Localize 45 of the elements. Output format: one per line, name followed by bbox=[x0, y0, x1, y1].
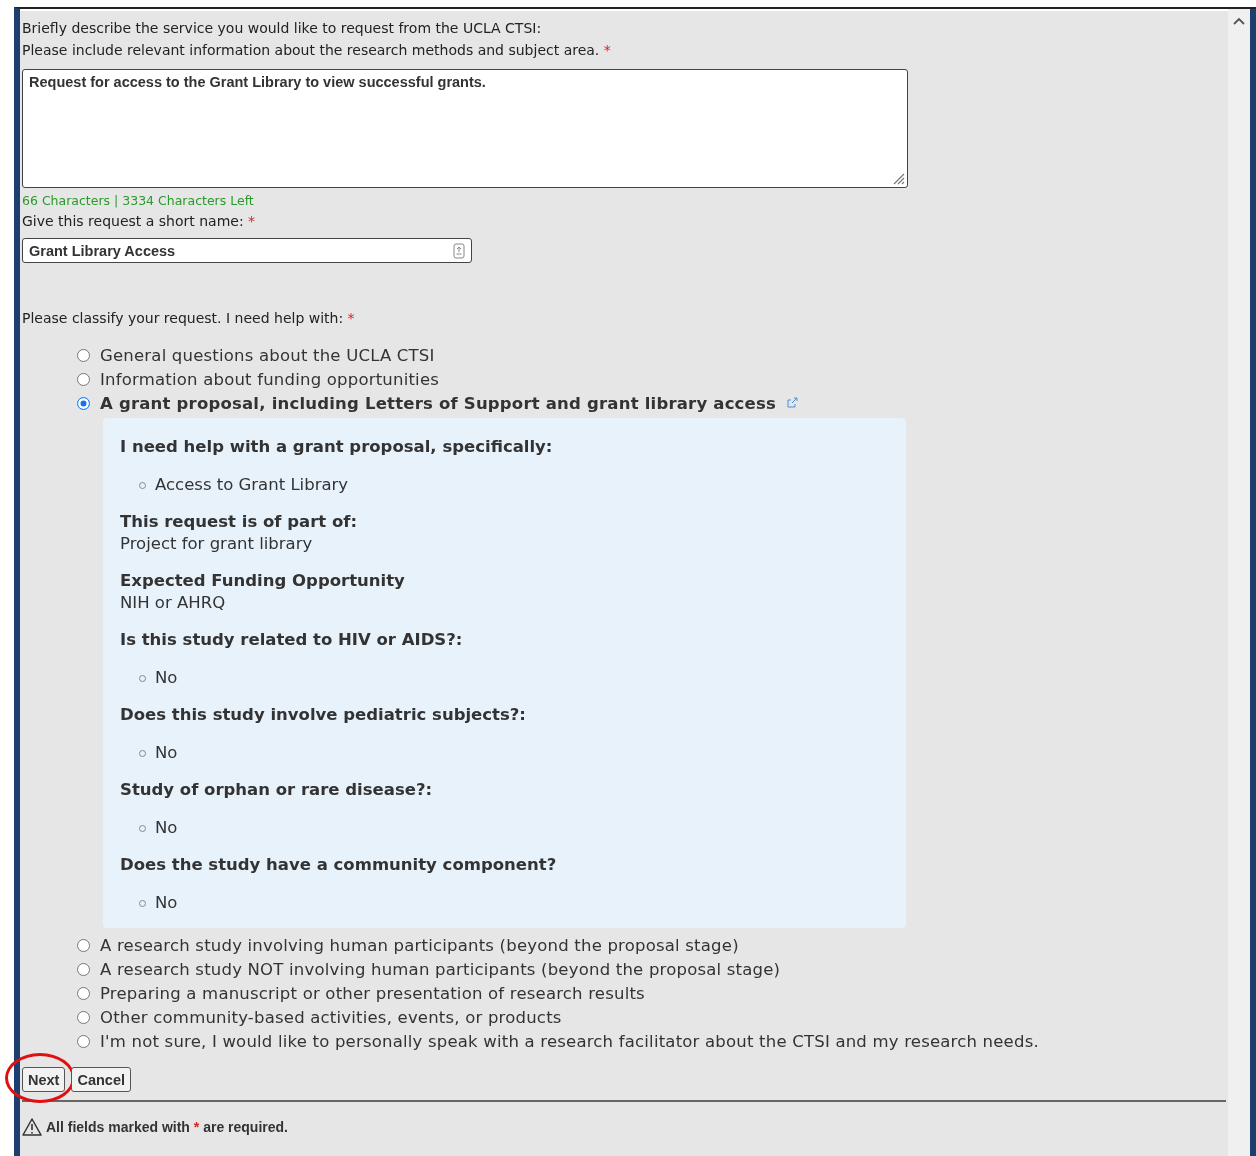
radio-button[interactable] bbox=[77, 348, 90, 362]
form-button[interactable]: Next bbox=[22, 1067, 66, 1092]
detail-value: No bbox=[155, 667, 178, 689]
prompt-text: Please include relevant information about the research methods and subject area. * bbox=[22, 41, 612, 60]
resize-grip-icon[interactable] bbox=[891, 171, 905, 185]
option-label[interactable]: General questions about the UCLA CTSI bbox=[100, 345, 435, 365]
scroll-up-icon[interactable] bbox=[1233, 17, 1245, 25]
detail-title: Does this study involve pediatric subjects?: bbox=[120, 704, 527, 726]
detail-title: Is this study related to HIV or AIDS?: bbox=[120, 629, 464, 651]
detail-value: NIH or AHRQ bbox=[120, 592, 227, 614]
radio-button[interactable] bbox=[77, 1010, 90, 1024]
required-note: All fields marked with * are required. bbox=[46, 1119, 288, 1135]
short-name-field[interactable]: Grant Library Access bbox=[22, 238, 472, 263]
detail-value: No bbox=[155, 892, 178, 914]
prompt-text: Briefly describe the service you would like to request from the UCLA CTSI: bbox=[22, 19, 543, 38]
option-label[interactable]: A research study involving human participants (beyond the proposal stage) bbox=[100, 935, 739, 955]
detail-title: Does the study have a community component? bbox=[120, 854, 558, 876]
detail-title: Expected Funding Opportunity bbox=[120, 570, 406, 592]
detail-title: This request is of part of: bbox=[120, 511, 359, 533]
detail-value: Project for grant library bbox=[120, 533, 314, 555]
option-label[interactable]: Information about funding opportunities bbox=[100, 369, 440, 389]
radio-button[interactable] bbox=[77, 962, 90, 976]
radio-button[interactable] bbox=[77, 938, 90, 952]
character-count: 66 Characters | 3334 Characters Left bbox=[22, 192, 255, 210]
warning-icon bbox=[22, 1118, 42, 1136]
option-label[interactable]: Other community-based activities, events, or products bbox=[100, 1007, 562, 1027]
classify-label: Please classify your request. I need help with: * bbox=[22, 309, 356, 328]
option-label[interactable]: Preparing a manuscript or other presentation of research results bbox=[100, 983, 645, 1003]
radio-button[interactable] bbox=[77, 986, 90, 1000]
description-field[interactable]: Request for access to the Grant Library to view successful grants. bbox=[22, 69, 908, 188]
detail-value: Access to Grant Library bbox=[155, 474, 349, 496]
radio-button[interactable] bbox=[77, 372, 90, 386]
autofill-icon bbox=[453, 242, 465, 259]
radio-button[interactable] bbox=[77, 1034, 90, 1048]
detail-title: I need help with a grant proposal, specifically: bbox=[120, 436, 554, 458]
short-name-label: Give this request a short name: * bbox=[22, 212, 257, 231]
radio-button[interactable] bbox=[77, 396, 90, 410]
external-link-icon[interactable] bbox=[786, 397, 799, 409]
form-button[interactable]: Cancel bbox=[71, 1067, 131, 1092]
detail-title: Study of orphan or rare disease?: bbox=[120, 779, 434, 801]
option-label[interactable]: A grant proposal, including Letters of Support and grant library access bbox=[100, 393, 777, 413]
option-label[interactable]: I'm not sure, I would like to personally speak with a research facilitator about the CTSI and my research needs. bbox=[100, 1031, 1039, 1051]
option-label[interactable]: A research study NOT involving human participants (beyond the proposal stage) bbox=[100, 959, 781, 979]
detail-value: No bbox=[155, 742, 178, 764]
detail-value: No bbox=[155, 817, 178, 839]
